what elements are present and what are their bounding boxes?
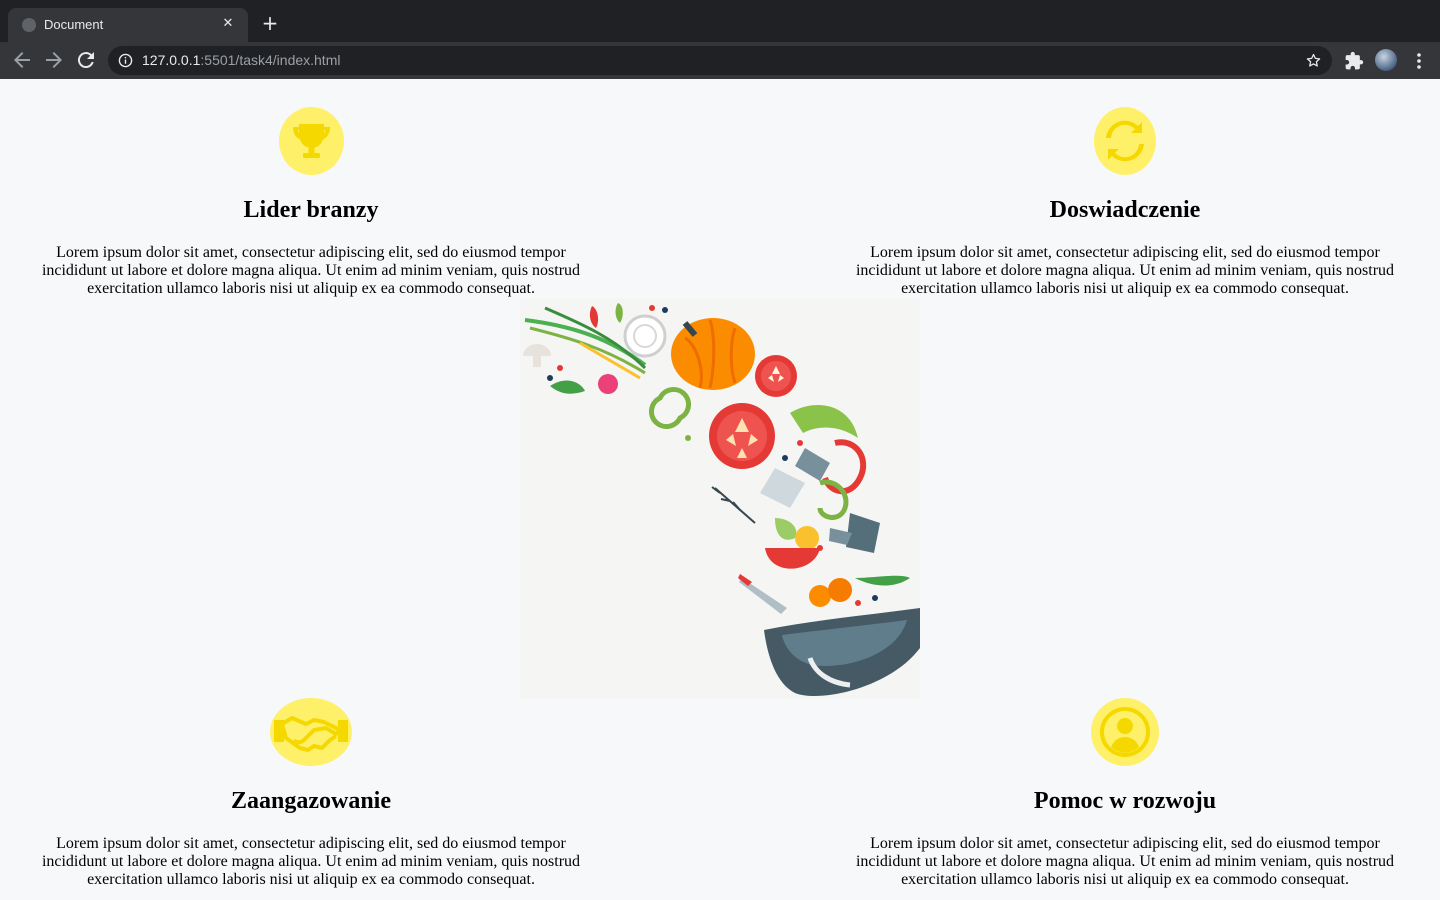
trophy-icon [278, 107, 344, 175]
profile-avatar[interactable] [1375, 49, 1397, 71]
browser-tab[interactable]: Document ✕ [8, 8, 248, 42]
feature-card-development: Pomoc w rozwoju Lorem ipsum dolor sit am… [845, 698, 1405, 889]
feature-card-leader: Lider branzy Lorem ipsum dolor sit amet,… [31, 107, 591, 298]
page-content: Lider branzy Lorem ipsum dolor sit amet,… [8, 87, 1432, 900]
feature-text: Lorem ipsum dolor sit amet, consectetur … [41, 835, 581, 888]
feature-title: Doswiadczenie [1049, 197, 1201, 223]
url-path: :5501/task4/index.html [200, 52, 341, 68]
feature-title: Zaangazowanie [230, 788, 391, 814]
handshake-icon [270, 698, 352, 766]
tab-title: Document [44, 17, 104, 32]
feature-text: Lorem ipsum dolor sit amet, consectetur … [41, 244, 581, 297]
globe-icon [22, 18, 36, 32]
sync-icon [1094, 107, 1156, 175]
address-bar[interactable]: 127.0.0.1:5501/task4/index.html [108, 46, 1332, 75]
feature-title: Pomoc w rozwoju [1033, 788, 1217, 814]
feature-title: Lider branzy [243, 197, 379, 223]
forward-arrow-icon[interactable] [42, 48, 66, 72]
info-icon[interactable] [118, 53, 133, 68]
feature-text: Lorem ipsum dolor sit amet, consectetur … [855, 244, 1395, 297]
close-tab-icon[interactable]: ✕ [218, 14, 238, 34]
browser-toolbar: 127.0.0.1:5501/task4/index.html [0, 42, 1440, 79]
feature-card-experience: Doswiadczenie Lorem ipsum dolor sit amet… [845, 107, 1405, 298]
new-tab-button[interactable]: + [258, 12, 282, 36]
url-text: 127.0.0.1:5501/task4/index.html [142, 52, 340, 68]
more-vert-icon[interactable] [1410, 50, 1428, 72]
user-circle-icon [1091, 698, 1159, 766]
extensions-puzzle-icon[interactable] [1344, 51, 1364, 71]
bookmark-star-icon[interactable] [1305, 52, 1322, 69]
feature-text: Lorem ipsum dolor sit amet, consectetur … [855, 835, 1395, 888]
reload-icon[interactable] [74, 48, 98, 72]
back-arrow-icon[interactable] [10, 48, 34, 72]
browser-tabbar: Document ✕ + [0, 0, 1440, 42]
feature-card-commitment: Zaangazowanie Lorem ipsum dolor sit amet… [31, 698, 591, 889]
url-host: 127.0.0.1 [142, 52, 201, 68]
hero-cooking-illustration [520, 298, 920, 698]
